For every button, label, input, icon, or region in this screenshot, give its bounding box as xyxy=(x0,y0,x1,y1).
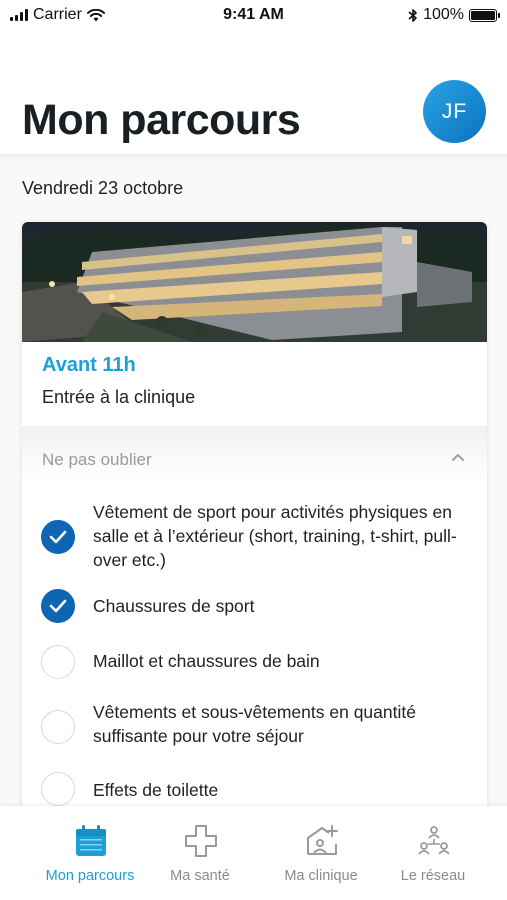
tab-ma-sante[interactable]: Ma santé xyxy=(137,806,263,900)
tab-label: Ma clinique xyxy=(284,868,358,884)
tab-le-reseau[interactable]: Le réseau xyxy=(370,806,496,900)
checklist-title: Ne pas oublier xyxy=(42,450,152,469)
status-bar: Carrier 9:41 AM 100% xyxy=(0,0,507,30)
checklist: Ne pas oublier Vêtement de sport pour ac… xyxy=(22,426,487,806)
clinic-building-image xyxy=(22,222,487,342)
network-icon xyxy=(418,826,450,855)
checkbox-checked[interactable] xyxy=(41,520,75,554)
status-right: 100% xyxy=(408,6,500,24)
battery-icon xyxy=(469,8,500,22)
main-content[interactable]: Vendredi 23 octobre Avant 11h Entrée à l… xyxy=(0,156,507,806)
checkbox-unchecked[interactable] xyxy=(41,772,75,806)
checklist-item-label: Maillot et chaussures de bain xyxy=(93,651,320,671)
battery-percent: 100% xyxy=(423,6,464,23)
tab-ma-clinique[interactable]: Ma clinique xyxy=(258,806,384,900)
tab-label: Ma santé xyxy=(170,868,230,884)
step-time: Avant 11h xyxy=(42,354,136,376)
tab-label: Mon parcours xyxy=(45,868,135,884)
bluetooth-icon xyxy=(408,8,417,22)
step-title: Entrée à la clinique xyxy=(42,387,196,407)
checkbox-unchecked[interactable] xyxy=(41,645,75,679)
avatar[interactable]: JF xyxy=(423,80,486,143)
tab-mon-parcours[interactable]: Mon parcours xyxy=(27,806,153,900)
checklist-item[interactable]: Maillot et chaussures de bain xyxy=(22,631,487,686)
page-header: Mon parcours JF xyxy=(0,60,507,156)
chevron-up-icon[interactable] xyxy=(451,452,465,462)
health-cross-icon xyxy=(185,825,217,857)
checkmark-icon xyxy=(49,530,67,544)
checklist-item-label: Vêtements et sous-vêtements en quantité … xyxy=(93,702,416,746)
checklist-item[interactable]: Vêtement de sport pour activités physiqu… xyxy=(22,496,487,576)
clinic-icon xyxy=(307,825,338,855)
checkmark-icon xyxy=(49,599,67,613)
step-card[interactable]: Avant 11h Entrée à la clinique Ne pas ou… xyxy=(22,222,487,806)
checklist-item[interactable]: Effets de toilette xyxy=(22,756,487,806)
calendar-icon xyxy=(76,825,106,856)
checkbox-unchecked[interactable] xyxy=(41,710,75,744)
page-title: Mon parcours xyxy=(22,96,301,144)
tab-label: Le réseau xyxy=(400,868,466,884)
checklist-header[interactable]: Ne pas oublier xyxy=(22,426,487,482)
checkbox-checked[interactable] xyxy=(41,589,75,623)
tab-bar: Mon parcours Ma santé Ma clinique Le rés… xyxy=(0,806,507,900)
header-divider xyxy=(0,154,507,162)
checklist-item-label: Effets de toilette xyxy=(93,780,219,800)
date-label: Vendredi 23 octobre xyxy=(22,178,184,198)
checklist-item-label: Vêtement de sport pour activités physiqu… xyxy=(93,502,457,570)
checklist-item-label: Chaussures de sport xyxy=(93,596,255,616)
checklist-item[interactable]: Vêtements et sous-vêtements en quantité … xyxy=(22,686,487,756)
checklist-item[interactable]: Chaussures de sport xyxy=(22,576,487,631)
